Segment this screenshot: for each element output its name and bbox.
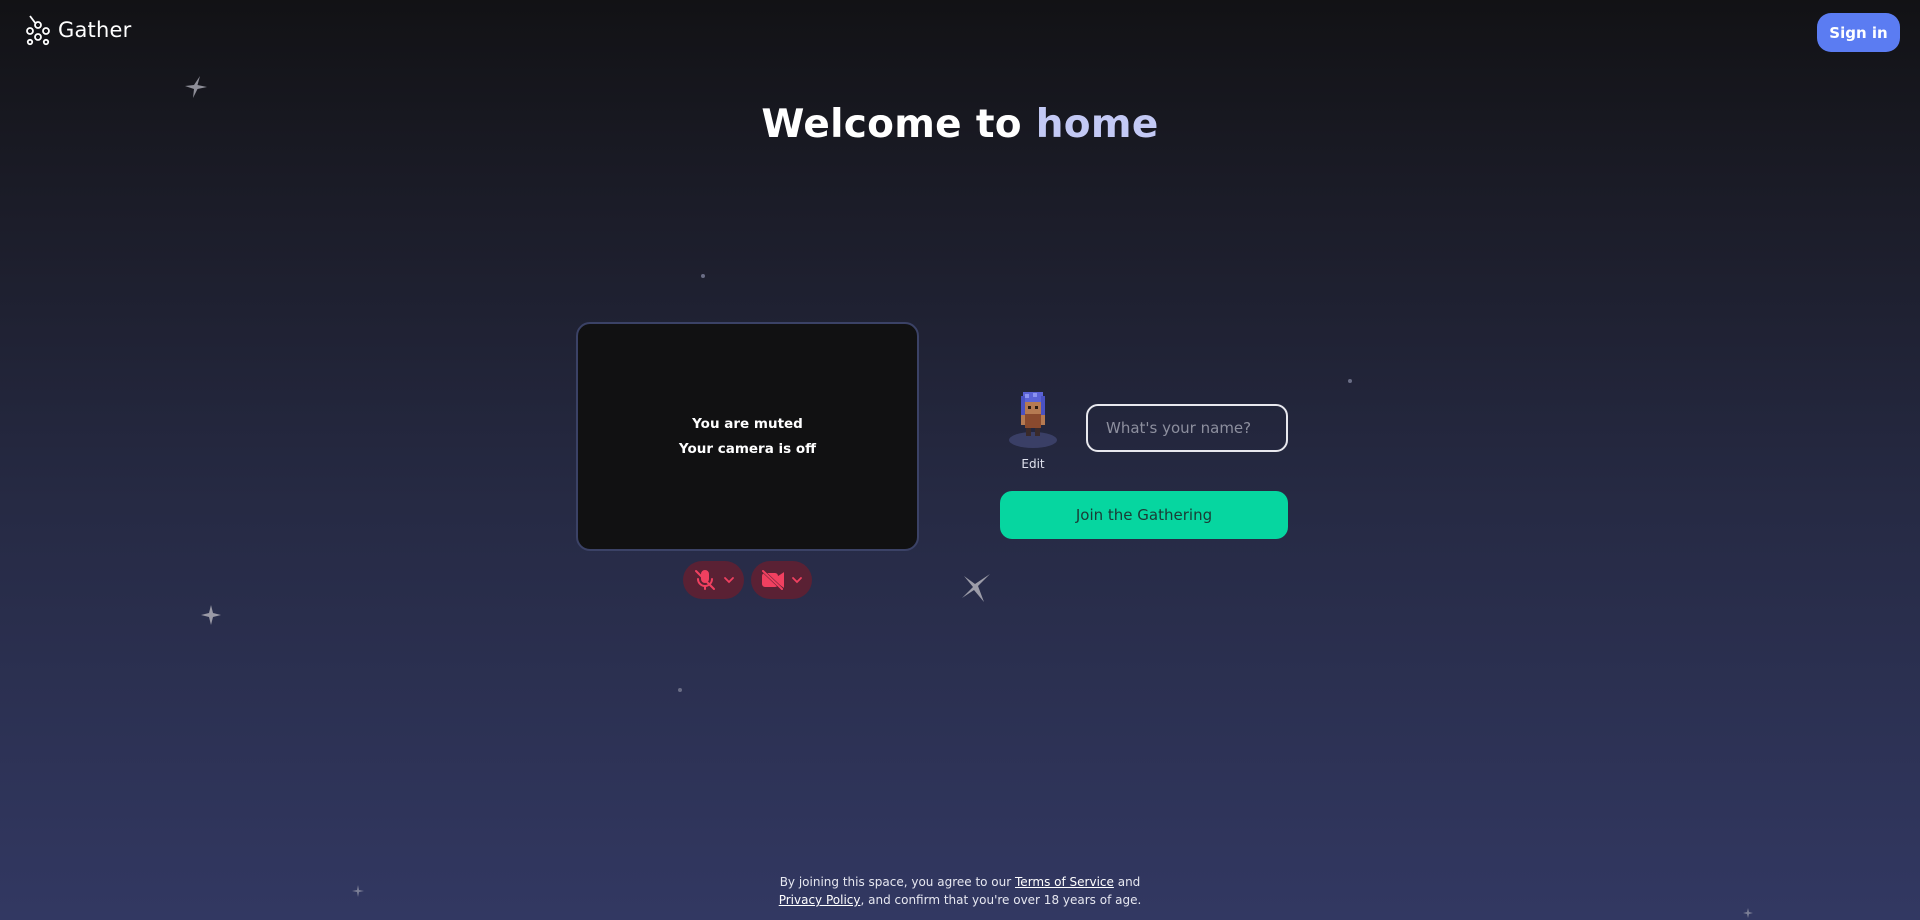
sparkle-dot-icon [678,688,682,692]
camera-status: Your camera is off [678,441,817,457]
sparkle-star-icon [201,605,221,625]
sign-in-button[interactable]: Sign in [1817,13,1900,52]
legal-and: and [1113,875,1141,889]
join-gathering-button[interactable]: Join the Gathering [1000,491,1288,539]
name-input[interactable] [1086,404,1288,452]
avatar-sprite-icon [1009,392,1057,448]
gather-logo-icon [26,15,50,46]
sparkle-star-icon [185,76,207,98]
privacy-policy-link[interactable]: Privacy Policy [779,893,861,907]
camera-toggle-button[interactable] [751,561,812,599]
legal-age-confirm: , and confirm that you're over 18 years … [860,893,1142,907]
sparkle-star-icon [962,574,990,602]
microphone-toggle-button[interactable] [683,561,744,599]
legal-notice: By joining this space, you agree to our … [0,873,1920,909]
brand-name: Gather [58,18,132,42]
legal-prefix: By joining this space, you agree to our [779,875,1016,889]
terms-of-service-link[interactable]: Terms of Service [1015,875,1114,889]
legal-line-2: Privacy Policy, and confirm that you're … [0,891,1920,909]
chevron-down-icon[interactable] [791,574,803,586]
welcome-prefix: Welcome to [761,102,1036,147]
page-title: Welcome to home [0,102,1920,147]
sparkle-dot-icon [1348,379,1352,383]
space-name: home [1035,102,1159,147]
legal-line-1: By joining this space, you agree to our … [0,873,1920,891]
muted-status: You are muted [692,416,803,432]
sparkle-dot-icon [701,274,705,278]
camera-off-icon [761,569,784,591]
sparkle-star-icon [1743,908,1753,918]
video-preview: You are muted Your camera is off [576,322,919,551]
mic-off-icon [694,570,715,590]
chevron-down-icon[interactable] [723,574,735,586]
edit-avatar-link[interactable]: Edit [1004,457,1062,471]
gather-logo[interactable]: Gather [26,14,131,46]
